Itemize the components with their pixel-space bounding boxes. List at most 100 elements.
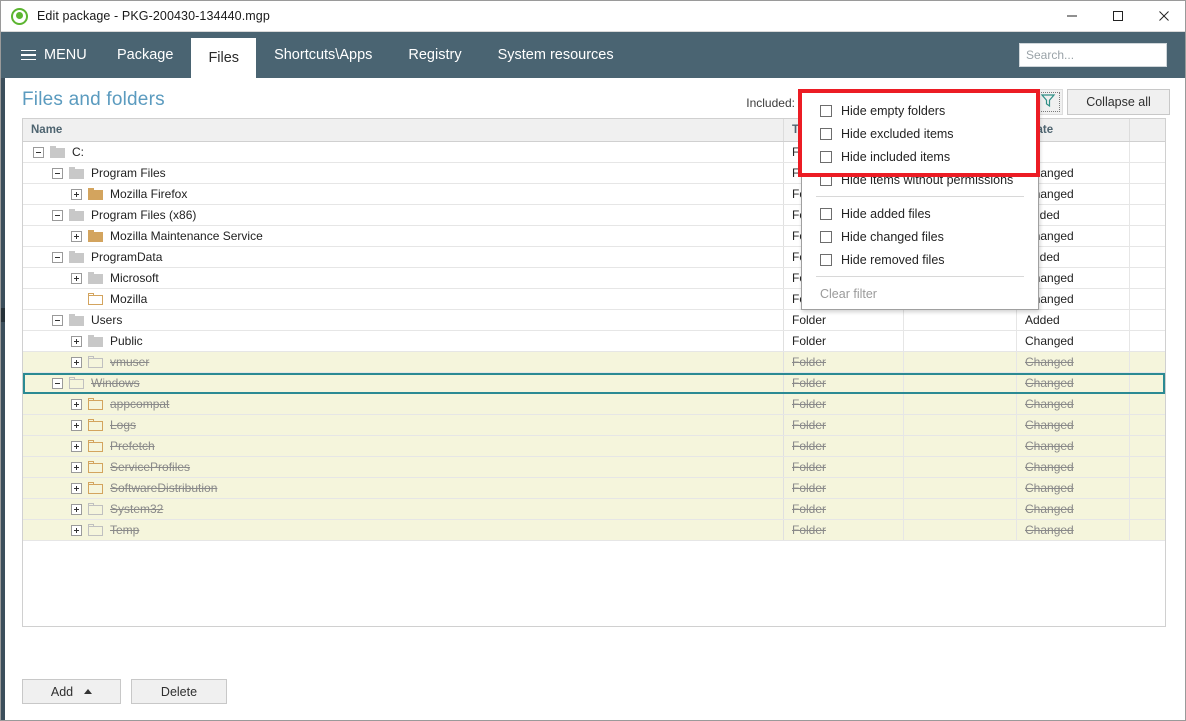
close-icon[interactable] <box>1141 1 1185 31</box>
filter-item-label: Hide added files <box>841 206 931 221</box>
cell-state: Added <box>1017 310 1130 330</box>
table-row[interactable]: Logs Folder Changed <box>23 415 1165 436</box>
tab-shortcuts-apps[interactable]: Shortcuts\Apps <box>256 32 390 78</box>
item-name-label: SoftwareDistribution <box>110 481 218 495</box>
table-row[interactable]: SoftwareDistribution Folder Changed <box>23 478 1165 499</box>
window-controls <box>1049 1 1185 31</box>
item-name-label: Logs <box>110 418 137 432</box>
item-name-label: C: <box>72 145 84 159</box>
cell-type: Folder <box>784 352 904 372</box>
table-row[interactable]: Prefetch Folder Changed <box>23 436 1165 457</box>
cell-type: Folder <box>784 478 904 498</box>
column-header-name[interactable]: Name <box>23 119 784 141</box>
delete-button[interactable]: Delete <box>131 679 227 704</box>
folder-icon <box>88 293 103 305</box>
item-name-label: ServiceProfiles <box>110 460 191 474</box>
tab-registry[interactable]: Registry <box>390 32 479 78</box>
expand-icon[interactable] <box>71 188 82 200</box>
add-button[interactable]: Add <box>22 679 121 704</box>
column-header-extra[interactable] <box>1130 119 1165 141</box>
filter-hide-added-files[interactable]: Hide added files <box>802 202 1038 225</box>
cell-size <box>904 352 1017 372</box>
tab-files[interactable]: Files <box>191 38 257 78</box>
item-name-label: Mozilla Firefox <box>110 187 188 201</box>
cell-extra <box>1130 289 1165 309</box>
collapse-icon[interactable] <box>52 314 63 326</box>
cell-extra <box>1130 520 1165 540</box>
folder-icon <box>88 419 103 431</box>
cell-name: ServiceProfiles <box>23 457 784 477</box>
page-title: Files and folders <box>22 89 165 110</box>
collapse-all-button[interactable]: Collapse all <box>1067 89 1170 115</box>
table-row[interactable]: vmuser Folder Changed <box>23 352 1165 373</box>
menu-button[interactable]: MENU <box>13 32 95 78</box>
cell-extra <box>1130 415 1165 435</box>
cell-type: Folder <box>784 331 904 351</box>
item-name-label: ProgramData <box>91 250 163 264</box>
checkbox-icon[interactable] <box>820 253 832 266</box>
table-row[interactable]: Windows Folder Changed <box>23 373 1165 394</box>
table-row[interactable]: System32 Folder Changed <box>23 499 1165 520</box>
expand-icon[interactable] <box>71 398 82 410</box>
expand-icon[interactable] <box>71 356 82 368</box>
expand-icon[interactable] <box>71 461 82 473</box>
search-input[interactable] <box>1020 44 1185 66</box>
cell-name: Microsoft <box>23 268 784 288</box>
table-row[interactable]: ServiceProfiles Folder Changed <box>23 457 1165 478</box>
cell-extra <box>1130 142 1165 162</box>
expand-icon[interactable] <box>71 230 82 242</box>
expand-icon[interactable] <box>71 440 82 452</box>
cell-state: Changed <box>1017 373 1130 393</box>
cell-extra <box>1130 331 1165 351</box>
folder-icon <box>50 146 65 158</box>
cell-name: Windows <box>23 373 784 393</box>
cell-name: Mozilla Firefox <box>23 184 784 204</box>
cell-name: Mozilla <box>23 289 784 309</box>
files-and-folders-panel: Files and folders Included: 89 files (19… <box>5 78 1185 720</box>
cell-name: Temp <box>23 520 784 540</box>
item-name-label: Mozilla Maintenance Service <box>110 229 263 243</box>
cell-extra <box>1130 394 1165 414</box>
table-row[interactable]: appcompat Folder Changed <box>23 394 1165 415</box>
cell-name: C: <box>23 142 784 162</box>
cell-extra <box>1130 478 1165 498</box>
item-name-label: Program Files (x86) <box>91 208 197 222</box>
search-box[interactable] <box>1019 43 1185 67</box>
tab-system-resources[interactable]: System resources <box>480 32 632 78</box>
table-row[interactable]: Temp Folder Changed <box>23 520 1165 541</box>
expand-icon[interactable] <box>71 272 82 284</box>
expand-icon[interactable] <box>71 524 82 536</box>
cell-state: Changed <box>1017 352 1130 372</box>
table-row[interactable]: Public Folder Changed <box>23 331 1165 352</box>
tab-strip: Package Files Shortcuts\Apps Registry Sy… <box>99 32 632 78</box>
item-name-label: Program Files <box>91 166 166 180</box>
filter-item-label: Hide changed files <box>841 229 944 244</box>
clear-filter-menu-item[interactable]: Clear filter <box>802 282 1038 305</box>
checkbox-icon[interactable] <box>820 230 832 243</box>
collapse-icon[interactable] <box>52 377 63 389</box>
folder-icon <box>88 461 103 473</box>
package-logo-icon <box>11 7 28 25</box>
expand-icon[interactable] <box>71 335 82 347</box>
expand-icon[interactable] <box>71 503 82 515</box>
tab-package[interactable]: Package <box>99 32 191 78</box>
folder-icon <box>69 251 84 263</box>
collapse-icon[interactable] <box>52 209 63 221</box>
minimize-icon[interactable] <box>1049 1 1095 31</box>
item-name-label: Windows <box>91 376 140 390</box>
collapse-icon[interactable] <box>52 167 63 179</box>
collapse-icon[interactable] <box>52 251 63 263</box>
folder-icon <box>88 398 103 410</box>
item-name-label: vmuser <box>110 355 150 369</box>
checkbox-icon[interactable] <box>820 207 832 220</box>
expand-icon[interactable] <box>71 482 82 494</box>
maximize-icon[interactable] <box>1095 1 1141 31</box>
cell-extra <box>1130 373 1165 393</box>
cell-name: Mozilla Maintenance Service <box>23 226 784 246</box>
cell-type: Folder <box>784 436 904 456</box>
expand-icon[interactable] <box>71 419 82 431</box>
collapse-icon[interactable] <box>33 146 44 158</box>
table-row[interactable]: Users Folder Added <box>23 310 1165 331</box>
filter-hide-removed-files[interactable]: Hide removed files <box>802 248 1038 271</box>
filter-hide-changed-files[interactable]: Hide changed files <box>802 225 1038 248</box>
